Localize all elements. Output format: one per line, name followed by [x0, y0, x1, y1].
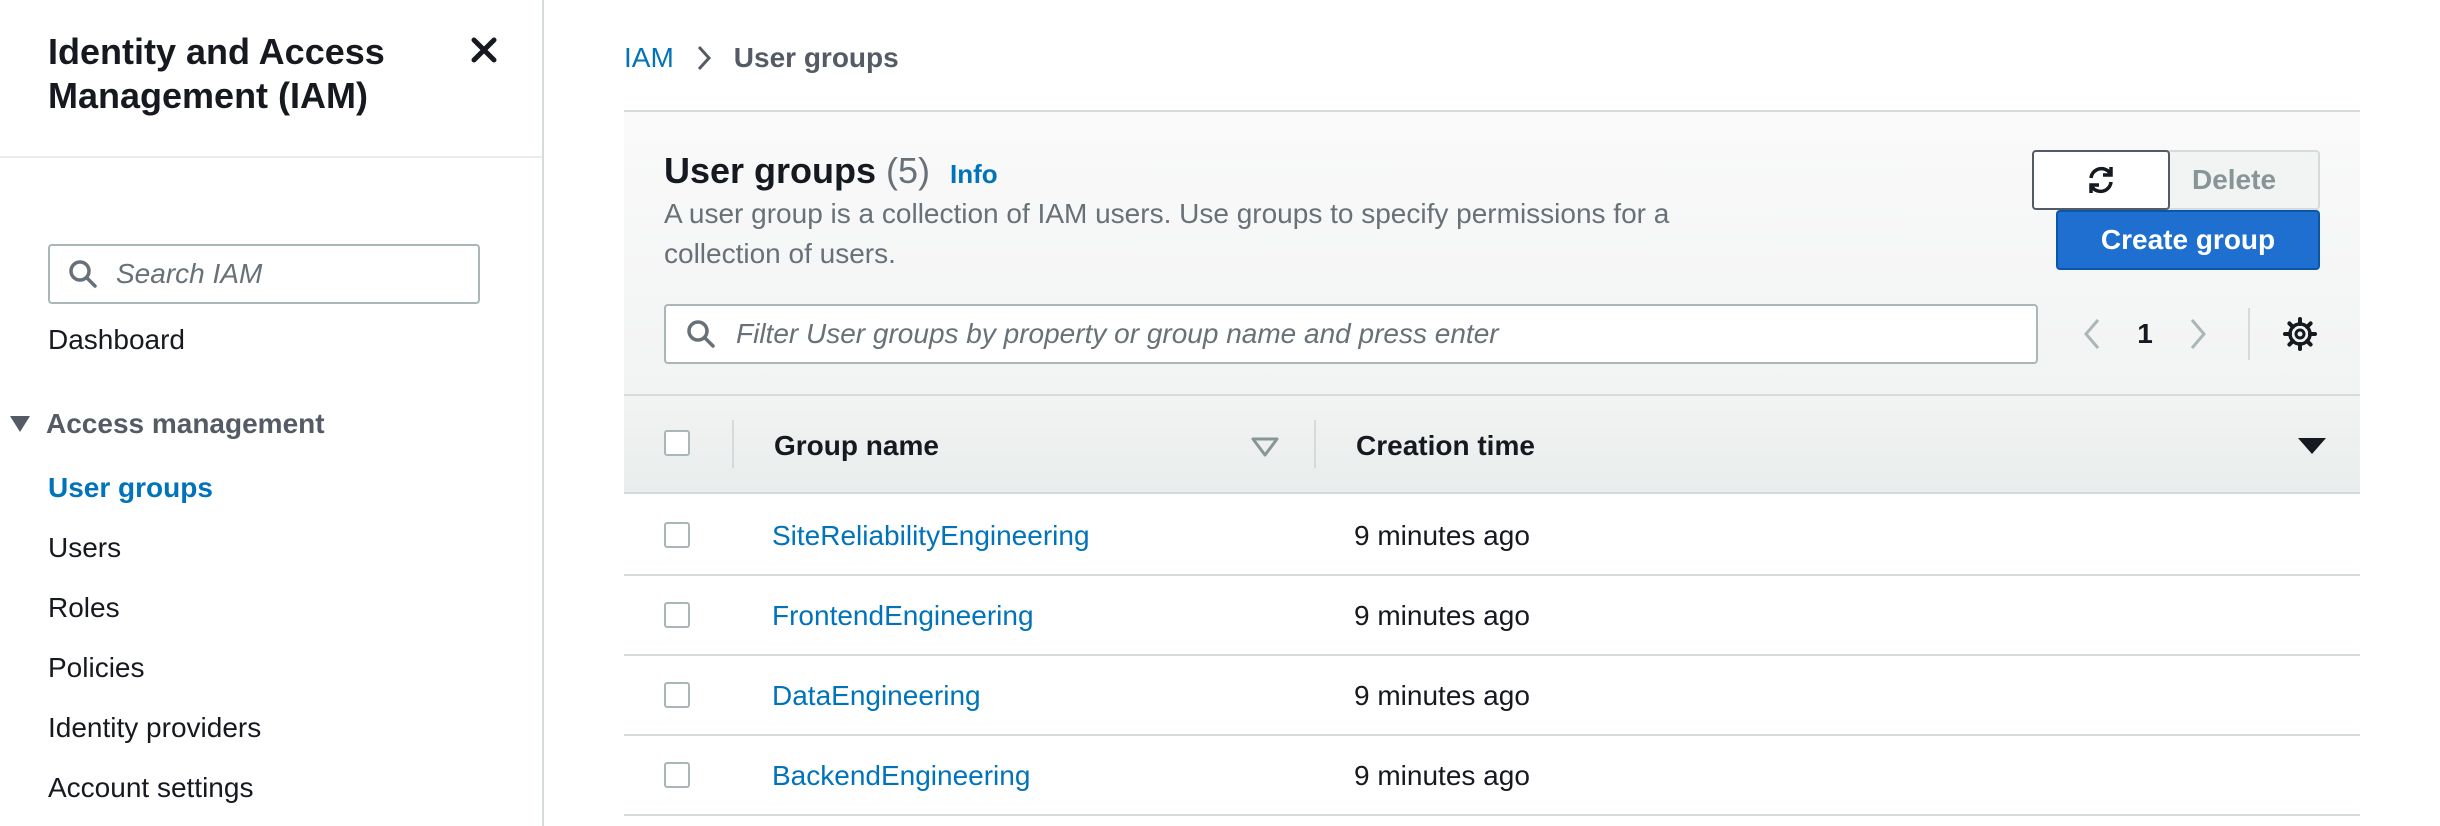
page-number[interactable]: 1 — [2112, 318, 2178, 350]
caret-down-icon — [10, 416, 30, 432]
chevron-right-icon[interactable] — [2178, 314, 2218, 354]
group-name-link[interactable]: FrontendEngineering — [772, 600, 1034, 632]
table-row: FrontendEngineering 9 minutes ago — [624, 576, 2360, 656]
table-header: User groups (5) Info A user group is a c… — [624, 112, 2360, 394]
page-title: User groups (5) Info — [664, 150, 998, 192]
creation-time: 9 minutes ago — [1354, 520, 1530, 551]
column-header-creation-time[interactable]: Creation time — [1356, 430, 1535, 462]
table-row: BackendEngineering 9 minutes ago — [624, 736, 2360, 816]
pagination: 1 — [2072, 304, 2218, 364]
sidebar-item-account-settings[interactable]: Account settings — [48, 772, 253, 804]
filter-field[interactable] — [664, 304, 2038, 364]
sidebar: Identity and Access Management (IAM) Das… — [0, 0, 544, 826]
group-count: (5) — [886, 150, 931, 191]
creation-time: 9 minutes ago — [1354, 680, 1530, 711]
chevron-right-icon — [696, 44, 712, 72]
group-name-link[interactable]: DataEngineering — [772, 680, 981, 712]
row-checkbox[interactable] — [664, 682, 690, 708]
chevron-left-icon[interactable] — [2072, 314, 2112, 354]
breadcrumb-current: User groups — [733, 42, 899, 73]
panel-title: User groups — [664, 150, 877, 191]
group-name-link[interactable]: BackendEngineering — [772, 760, 1030, 792]
access-management-section[interactable]: Access management — [10, 408, 325, 440]
sidebar-item-users[interactable]: Users — [48, 532, 121, 564]
close-icon[interactable] — [462, 28, 506, 72]
info-link[interactable]: Info — [950, 159, 998, 190]
group-name-link[interactable]: SiteReliabilityEngineering — [772, 520, 1090, 552]
row-checkbox[interactable] — [664, 602, 690, 628]
select-all-checkbox[interactable] — [664, 430, 690, 456]
search-icon — [68, 259, 98, 289]
search-icon — [686, 319, 716, 349]
creation-time: 9 minutes ago — [1354, 760, 1530, 791]
column-divider — [1314, 420, 1316, 468]
row-checkbox[interactable] — [664, 762, 690, 788]
sidebar-title: Identity and Access Management (IAM) — [48, 31, 385, 116]
sidebar-header: Identity and Access Management (IAM) — [0, 0, 542, 158]
sidebar-item-user-groups[interactable]: User groups — [48, 472, 213, 504]
refresh-icon — [2085, 164, 2117, 196]
sidebar-item-dashboard[interactable]: Dashboard — [48, 324, 185, 356]
delete-button[interactable]: Delete — [2148, 150, 2320, 210]
filter-input[interactable] — [736, 318, 2016, 350]
sidebar-item-policies[interactable]: Policies — [48, 652, 144, 684]
divider — [2248, 308, 2250, 360]
panel-description: A user group is a collection of IAM user… — [664, 198, 1670, 269]
creation-time: 9 minutes ago — [1354, 600, 1530, 631]
row-checkbox[interactable] — [664, 522, 690, 548]
column-divider — [732, 420, 734, 468]
table-row: SiteReliabilityEngineering 9 minutes ago — [624, 496, 2360, 576]
table-row: DataEngineering 9 minutes ago — [624, 656, 2360, 736]
breadcrumb: IAM User groups — [624, 42, 899, 74]
user-groups-table-container: User groups (5) Info A user group is a c… — [624, 112, 2360, 826]
create-group-button[interactable]: Create group — [2056, 210, 2320, 270]
gear-icon[interactable] — [2280, 314, 2320, 354]
refresh-button[interactable] — [2032, 150, 2170, 210]
breadcrumb-iam-link[interactable]: IAM — [624, 42, 674, 74]
column-header-group-name[interactable]: Group name — [774, 430, 939, 462]
sidebar-item-roles[interactable]: Roles — [48, 592, 120, 624]
sidebar-item-identity-providers[interactable]: Identity providers — [48, 712, 261, 744]
section-label: Access management — [46, 408, 325, 439]
sort-icon[interactable] — [1248, 434, 1282, 460]
search-iam-input[interactable] — [116, 258, 456, 290]
caret-down-icon[interactable] — [2298, 438, 2326, 454]
search-iam-field[interactable] — [48, 244, 480, 304]
table-column-header: Group name Creation time — [624, 394, 2360, 494]
